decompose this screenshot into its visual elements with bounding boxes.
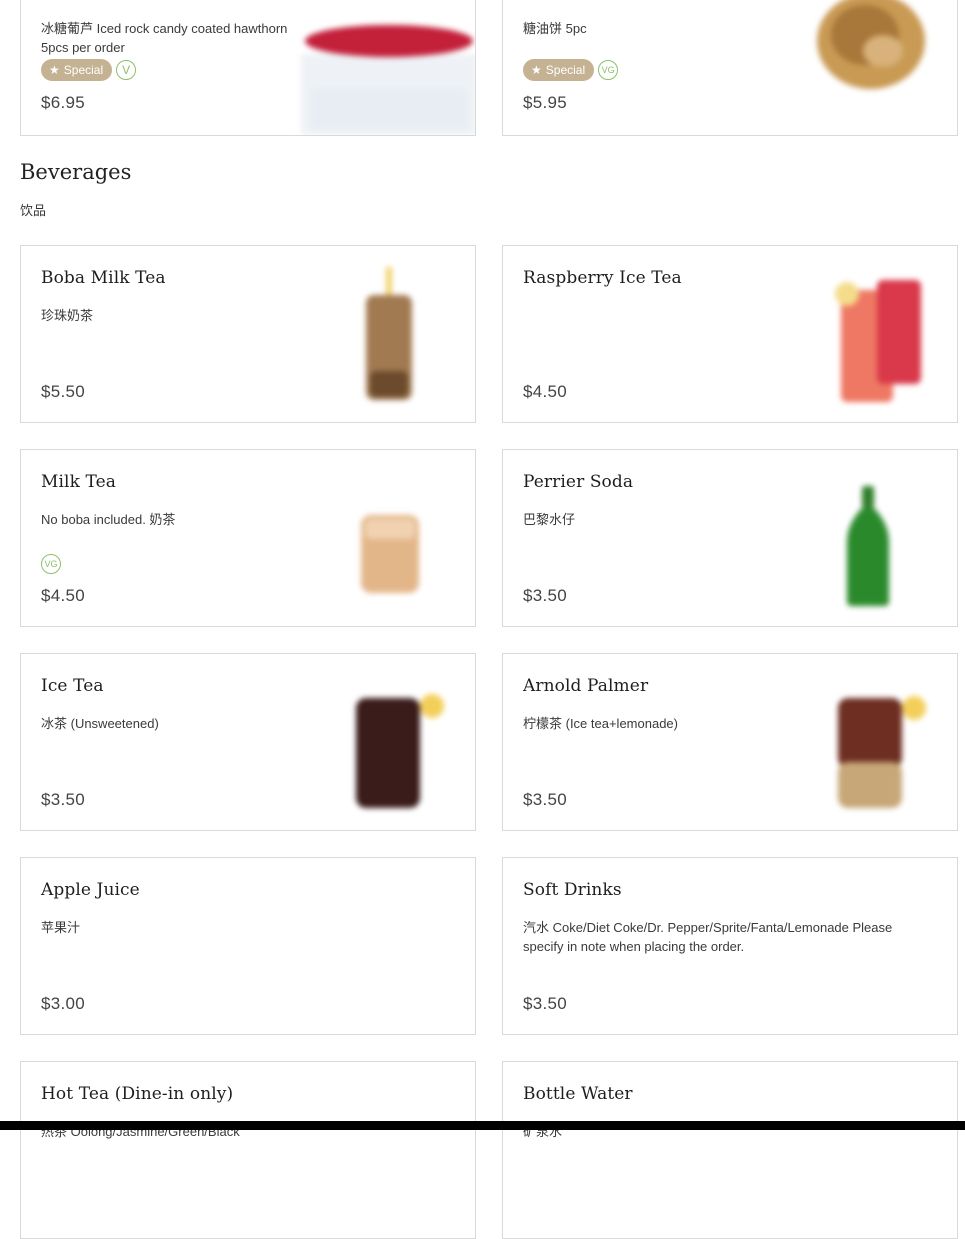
item-description: 苹果汁 [41, 920, 81, 935]
item-photo [838, 696, 926, 808]
item-photo [847, 486, 889, 606]
item-price: $3.50 [523, 790, 568, 809]
menu-item-card-ice-tea[interactable]: Ice Tea 冰茶 (Unsweetened) $3.50 [20, 653, 476, 831]
item-price: $3.50 [523, 586, 568, 605]
item-name: Arnold Palmer [523, 676, 649, 696]
item-price: $5.95 [523, 93, 568, 112]
item-description: 糖油饼 5pc [523, 21, 587, 36]
item-name: Hot Tea (Dine-in only) [41, 1084, 234, 1104]
menu-item-card-hot-tea[interactable]: Hot Tea (Dine-in only) 热茶 Oolong/Jasmine… [20, 1061, 476, 1239]
item-price: $6.95 [41, 93, 86, 112]
item-photo [361, 515, 419, 593]
item-description: 汽水 Coke/Diet Coke/Dr. Pepper/Sprite/Fant… [523, 920, 893, 954]
menu-item-card-perrier-soda[interactable]: Perrier Soda 巴黎水仔 $3.50 [502, 449, 958, 627]
item-price: $3.50 [523, 994, 568, 1013]
item-name: Bottle Water [523, 1084, 633, 1104]
vegetarian-badge: V [116, 60, 137, 80]
item-photo [835, 280, 921, 402]
bottom-bar [0, 1121, 965, 1130]
item-badges: ★ Special V [41, 59, 137, 81]
item-price: $4.50 [523, 382, 568, 401]
menu-item-card-soft-drinks[interactable]: Soft Drinks 汽水 Coke/Diet Coke/Dr. Pepper… [502, 857, 958, 1035]
item-name: Apple Juice [41, 880, 140, 900]
menu-item-card-arnold-palmer[interactable]: Arnold Palmer 柠檬茶 (Ice tea+lemonade) $3.… [502, 653, 958, 831]
menu-item-card-hawthorn[interactable]: 冰糖葡芦 Iced rock candy coated hawthorn 5pc… [20, 0, 476, 136]
item-badges: ★ Special VG [523, 59, 619, 81]
special-badge: ★ Special [41, 59, 113, 81]
item-price: $3.00 [41, 994, 86, 1013]
item-description: No boba included. 奶茶 [41, 512, 176, 527]
item-name: Soft Drinks [523, 880, 622, 900]
menu-item-card-bottle-water[interactable]: Bottle Water 矿泉水 [502, 1061, 958, 1239]
vegan-badge: VG [598, 60, 619, 80]
special-badge: ★ Special [523, 59, 595, 81]
item-description: 冰糖葡芦 Iced rock candy coated hawthorn 5pc… [41, 21, 288, 55]
menu-item-card-milk-tea[interactable]: Milk Tea No boba included. 奶茶 VG $4.50 [20, 449, 476, 627]
menu-item-card-boba-milk-tea[interactable]: Boba Milk Tea 珍珠奶茶 $5.50 [20, 245, 476, 423]
star-icon: ★ [531, 63, 542, 77]
item-description: 珍珠奶茶 [41, 308, 94, 323]
item-name: Milk Tea [41, 472, 117, 492]
item-description: 巴黎水仔 [523, 512, 576, 527]
item-name: Boba Milk Tea [41, 268, 166, 288]
section-subtitle: 饮品 [20, 203, 47, 218]
menu-item-card-raspberry-ice-tea[interactable]: Raspberry Ice Tea $4.50 [502, 245, 958, 423]
item-badges: VG [41, 554, 61, 574]
item-name: Perrier Soda [523, 472, 634, 492]
vegan-badge: VG [41, 554, 61, 574]
item-price: $5.50 [41, 382, 86, 401]
star-icon: ★ [49, 63, 60, 77]
item-photo [356, 694, 444, 808]
item-name: Ice Tea [41, 676, 104, 696]
item-photo [301, 0, 475, 135]
item-description: 柠檬茶 (Ice tea+lemonade) [523, 716, 678, 731]
item-description: 冰茶 (Unsweetened) [41, 716, 159, 731]
item-photo [366, 267, 412, 400]
item-photo [817, 0, 925, 89]
item-price: $3.50 [41, 790, 86, 809]
menu-item-card-apple-juice[interactable]: Apple Juice 苹果汁 $3.00 [20, 857, 476, 1035]
section-title: Beverages [20, 160, 132, 184]
item-price: $4.50 [41, 586, 86, 605]
item-name: Raspberry Ice Tea [523, 268, 682, 288]
menu-item-card-fried-dough[interactable]: 糖油饼 5pc ★ Special VG $5.95 [502, 0, 958, 136]
